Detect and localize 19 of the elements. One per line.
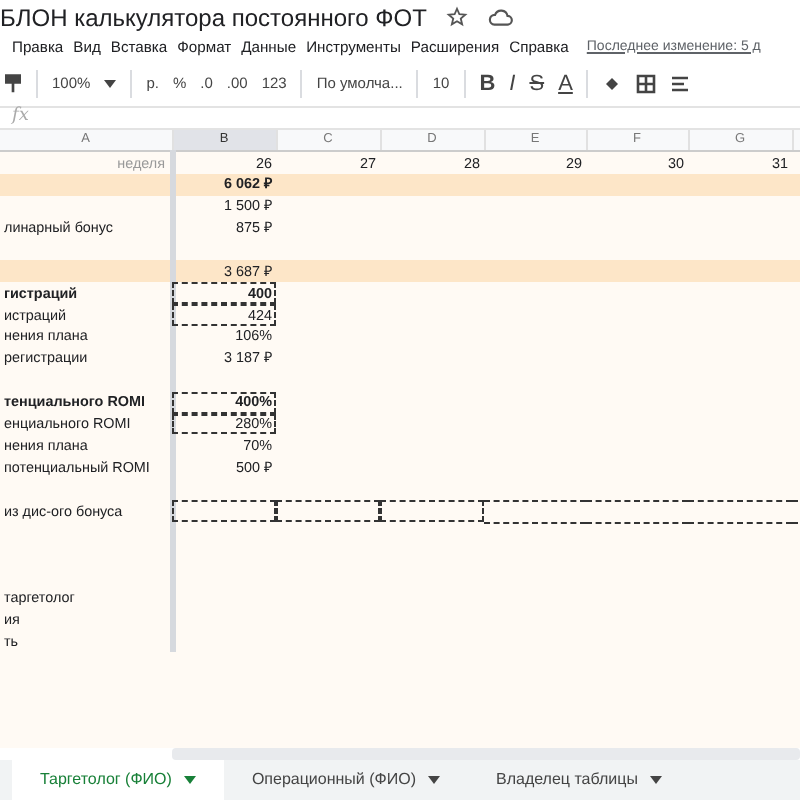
italic-button[interactable]: I (509, 67, 516, 101)
borders-icon[interactable] (636, 74, 657, 94)
text-color-button[interactable]: A (558, 67, 573, 101)
cloud-icon[interactable] (488, 6, 515, 28)
caret-icon (183, 776, 196, 784)
sheet-tab[interactable]: Владелец таблицы (468, 760, 690, 800)
document-title: БЛОН калькулятора постоянного ФОТ (0, 1, 427, 35)
sheet-tab[interactable]: Операционный (ФИО) (223, 760, 468, 800)
fill-color-icon[interactable] (602, 74, 623, 94)
align-icon[interactable] (670, 74, 691, 94)
bold-button[interactable]: B (479, 67, 496, 101)
sheet-tab[interactable]: Таргетолог (ФИО) (12, 760, 224, 800)
formula-icon: fx (12, 104, 29, 132)
caret-icon (649, 776, 662, 784)
strikethrough-button[interactable]: S (529, 67, 545, 101)
caret-icon (104, 80, 117, 88)
star-icon[interactable] (446, 6, 469, 28)
caret-icon (428, 776, 440, 784)
paint-format-icon[interactable] (4, 74, 22, 94)
